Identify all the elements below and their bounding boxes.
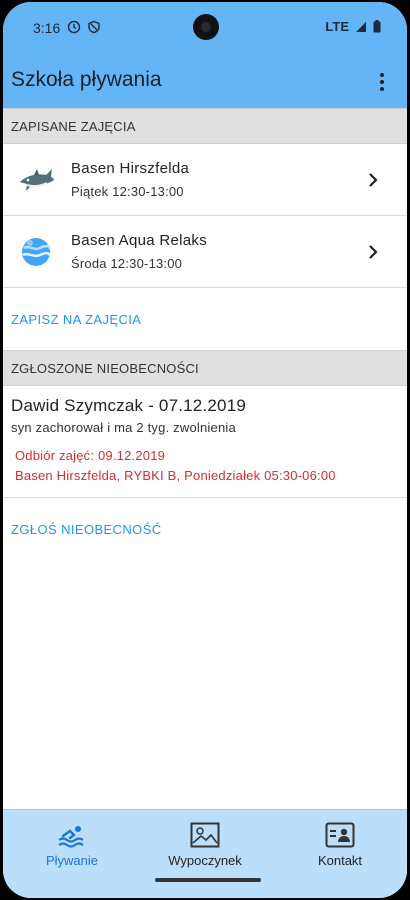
class-schedule: Piątek 12:30-13:00 bbox=[71, 184, 184, 199]
nav-contact[interactable]: Kontakt bbox=[273, 810, 407, 880]
camera-cutout bbox=[193, 14, 219, 40]
swimmer-icon bbox=[58, 826, 84, 848]
landscape-icon bbox=[190, 822, 220, 848]
bottom-navigation: Pływanie Wypoczynek Kontakt bbox=[3, 809, 407, 898]
report-absence-button[interactable]: ZGŁOŚ NIEOBECNOŚĆ bbox=[11, 522, 162, 537]
status-bar: 3:16 LTE bbox=[3, 2, 407, 52]
shark-icon bbox=[20, 169, 54, 191]
absence-item[interactable]: Dawid Szymczak - 07.12.2019 syn zachorow… bbox=[3, 386, 407, 498]
reported-absences-header: ZGŁOSZONE NIEOBECNOŚCI bbox=[3, 350, 407, 386]
water-globe-icon bbox=[22, 238, 51, 266]
battery-icon bbox=[373, 20, 381, 33]
class-title: Basen Hirszfelda bbox=[71, 160, 190, 177]
reported-absences-header-label: ZGŁOSZONE NIEOBECNOŚCI bbox=[11, 361, 199, 376]
nav-label: Kontakt bbox=[317, 853, 363, 868]
class-title: Basen Aqua Relaks bbox=[71, 232, 208, 249]
status-right: LTE bbox=[325, 19, 381, 34]
phone-screen: 3:16 LTE Szkoła pływania ZAPISANE ZAJĘCI… bbox=[3, 2, 407, 898]
signal-icon bbox=[356, 21, 366, 32]
absence-note: syn zachorował i ma 2 tyg. zwolnienia bbox=[11, 420, 236, 435]
network-label: LTE bbox=[325, 19, 349, 34]
nav-label: Wypoczynek bbox=[168, 853, 242, 868]
enrolled-classes-header-label: ZAPISANE ZAJĘCIA bbox=[11, 119, 136, 134]
clock-icon bbox=[67, 20, 81, 34]
app-bar: 3:16 LTE Szkoła pływania bbox=[3, 2, 407, 108]
nav-label: Pływanie bbox=[45, 853, 99, 868]
makeup-details: Basen Hirszfelda, RYBKI B, Poniedziałek … bbox=[15, 468, 336, 483]
class-item-aqua-relaks[interactable]: Basen Aqua Relaks Środa 12:30-13:00 bbox=[3, 216, 407, 288]
makeup-date: Odbiór zajęć: 09.12.2019 bbox=[15, 448, 166, 463]
more-vert-icon[interactable] bbox=[371, 70, 393, 94]
nav-swimming[interactable]: Pływanie bbox=[5, 810, 139, 880]
app-title: Szkoła pływania bbox=[11, 68, 162, 91]
chevron-right-icon bbox=[369, 245, 378, 259]
class-schedule: Środa 12:30-13:00 bbox=[71, 256, 183, 271]
chevron-right-icon bbox=[369, 173, 378, 187]
shield-icon bbox=[88, 20, 100, 34]
enrolled-classes-header: ZAPISANE ZAJĘCIA bbox=[3, 108, 407, 144]
status-time: 3:16 bbox=[33, 20, 61, 36]
home-indicator[interactable] bbox=[155, 878, 261, 882]
class-item-hirszfelda[interactable]: Basen Hirszfelda Piątek 12:30-13:00 bbox=[3, 144, 407, 216]
absence-title: Dawid Szymczak - 07.12.2019 bbox=[11, 396, 247, 415]
enroll-button[interactable]: ZAPISZ NA ZAJĘCIA bbox=[11, 312, 141, 327]
nav-leisure[interactable]: Wypoczynek bbox=[138, 810, 272, 880]
contact-card-icon bbox=[325, 822, 355, 848]
